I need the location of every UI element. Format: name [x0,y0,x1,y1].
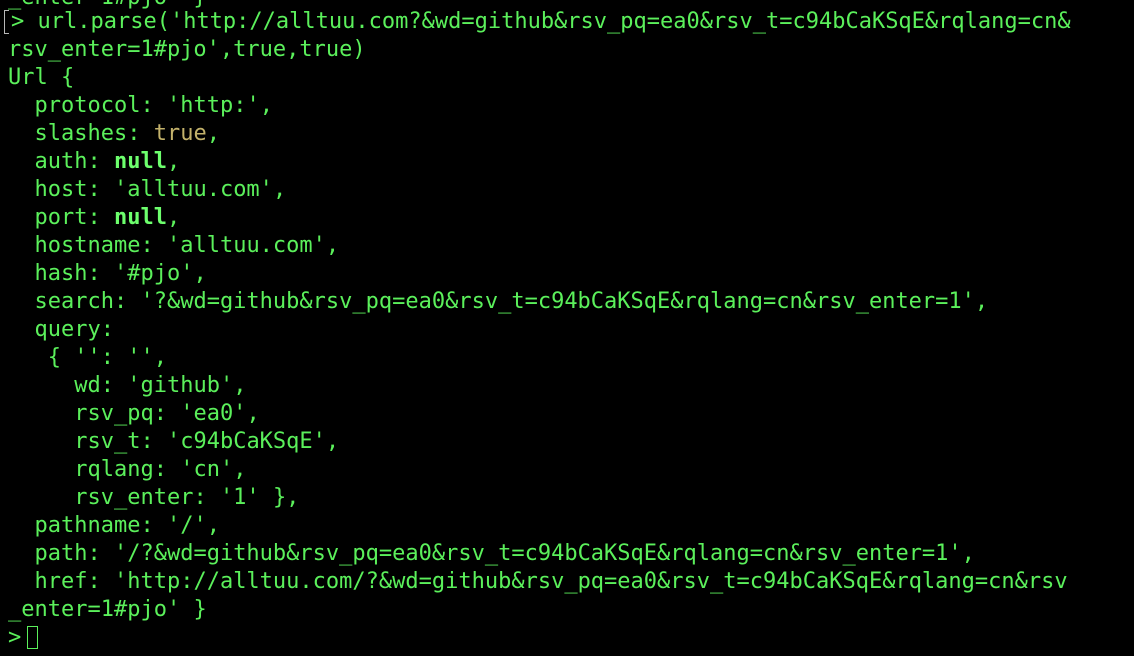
prompt-bracket-icon [4,10,9,34]
text-cursor-icon[interactable] [27,626,39,649]
output-hostname: hostname: 'alltuu.com', [34,233,340,258]
command-line: > url.parse('http://alltuu.com?&wd=githu… [4,8,1071,36]
prompt-symbol: > [11,9,25,34]
input-prompt-line[interactable]: > [8,624,39,652]
output-query-rsv-t: rsv_t: 'c94bCaKSqE', [74,429,340,454]
output-object-open: Url { [8,65,75,90]
output-query-open: { '': '', [47,345,167,370]
output-port: port: null, [34,205,181,230]
output-path: path: '/?&wd=github&rsv_pq=ea0&rsv_t=c94… [34,541,975,566]
command-continuation: rsv_enter=1#pjo',true,true) [8,37,366,62]
output-hash: hash: '#pjo', [34,261,207,286]
prompt-symbol: > [8,625,22,650]
output-query-key: query: [34,317,114,342]
command-text: url.parse('http://alltuu.com?&wd=github&… [37,9,1071,34]
output-search: search: '?&wd=github&rsv_pq=ea0&rsv_t=c9… [34,289,989,314]
output-href: href: 'http://alltuu.com/?&wd=github&rsv… [34,569,1068,594]
terminal-window[interactable]: _enter=1#pjo' } > url.parse('http://allt… [0,0,1134,656]
output-query-rqlang: rqlang: 'cn', [74,457,247,482]
output-protocol: protocol: 'http:', [34,93,273,118]
output-query-rsv-enter: rsv_enter: '1' }, [74,485,300,510]
output-host: host: 'alltuu.com', [34,177,287,202]
output-slashes: slashes: true, [34,121,220,146]
output-pathname: pathname: '/', [34,513,220,538]
output-query-rsv-pq: rsv_pq: 'ea0', [74,401,260,426]
output-query-wd: wd: 'github', [74,373,247,398]
output-href-continuation: _enter=1#pjo' } [8,597,207,622]
output-auth: auth: null, [34,149,181,174]
